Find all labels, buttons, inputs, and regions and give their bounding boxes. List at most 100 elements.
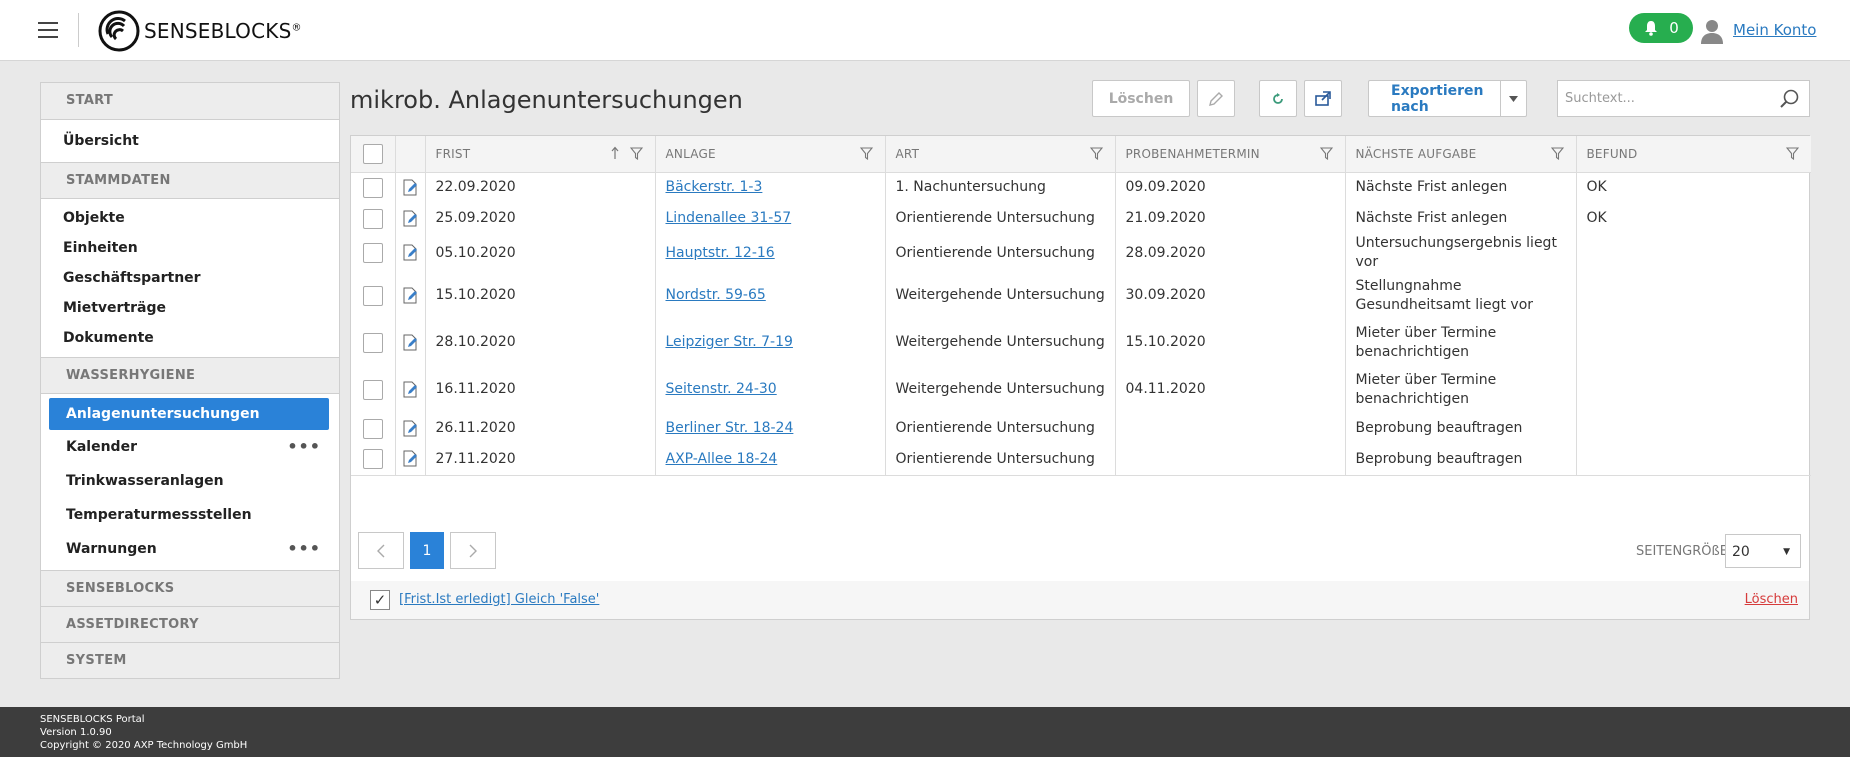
filter-icon[interactable]	[629, 147, 643, 160]
sidebar-item-einheiten[interactable]: Einheiten	[41, 233, 339, 263]
search-input[interactable]	[1558, 81, 1768, 116]
row-checkbox[interactable]	[362, 418, 383, 439]
sidebar-item-objekte[interactable]: Objekte	[41, 203, 339, 233]
account-link[interactable]: Mein Konto	[1733, 21, 1816, 39]
table-header: FRIST ANLAGE ART PROBENAHMETERMIN NÄCHST…	[351, 136, 1811, 173]
anlage-link[interactable]: Leipziger Str. 7-19	[666, 334, 793, 350]
row-checkbox[interactable]	[362, 332, 383, 353]
table-row[interactable]: 25.09.2020 Lindenallee 31-57 Orientierende…	[351, 203, 1811, 234]
edit-document-icon[interactable]	[402, 244, 419, 261]
filter-icon[interactable]	[1786, 147, 1799, 160]
menu-icon[interactable]	[38, 22, 58, 38]
next-page-button[interactable]	[450, 532, 496, 569]
table-row[interactable]: 15.10.2020 Nordstr. 59-65 Weitergehende Un…	[351, 272, 1811, 319]
sidebar-section-wasserhygiene[interactable]: WASSERHYGIENE	[41, 357, 339, 393]
cell-probenahmetermin: 15.10.2020	[1115, 319, 1346, 366]
sidebar-item-mietvertraege[interactable]: Mietverträge	[41, 293, 339, 323]
logo[interactable]: SENSEBLOCKS®	[98, 10, 302, 52]
edit-document-icon[interactable]	[402, 210, 419, 227]
sort-ascending-icon[interactable]	[610, 146, 620, 160]
sidebar-item-kalender[interactable]: Kalender •••	[41, 430, 339, 464]
row-checkbox[interactable]	[362, 285, 383, 306]
notifications-button[interactable]: 0	[1629, 13, 1693, 43]
anlage-link[interactable]: Hauptstr. 12-16	[666, 245, 775, 261]
table-row[interactable]: 16.11.2020 Seitenstr. 24-30 Weitergehende …	[351, 366, 1811, 413]
new-window-button[interactable]	[1304, 80, 1342, 117]
sidebar-item-trinkwasseranlagen[interactable]: Trinkwasseranlagen	[41, 464, 339, 498]
anlage-link[interactable]: Seitenstr. 24-30	[666, 381, 777, 397]
edit-document-icon[interactable]	[402, 420, 419, 437]
row-checkbox[interactable]	[362, 177, 383, 198]
page-button-current[interactable]: 1	[410, 532, 444, 569]
sidebar-item-anlagenuntersuchungen[interactable]: Anlagenuntersuchungen	[49, 398, 329, 430]
anlage-link[interactable]: AXP-Allee 18-24	[666, 451, 778, 467]
edit-document-icon[interactable]	[402, 179, 419, 196]
edit-document-icon[interactable]	[402, 334, 419, 351]
filter-enabled-checkbox[interactable]: ✓	[370, 590, 390, 610]
anlage-link[interactable]: Nordstr. 59-65	[666, 287, 766, 303]
column-header-naechste-aufgabe[interactable]: NÄCHSTE AUFGABE	[1345, 136, 1577, 173]
cell-naechste-aufgabe: Nächste Frist anlegen	[1345, 172, 1577, 203]
more-options-icon[interactable]: •••	[287, 430, 321, 464]
filter-expression-link[interactable]: [Frist.Ist erledigt] Gleich 'False'	[399, 592, 599, 607]
column-header-probenahmetermin[interactable]: PROBENAHMETERMIN	[1115, 136, 1346, 173]
filter-icon[interactable]	[1550, 147, 1564, 160]
column-header-befund[interactable]: BEFUND	[1576, 136, 1811, 173]
table-row[interactable]: 05.10.2020 Hauptstr. 12-16 Orientierende U…	[351, 234, 1811, 272]
clear-filter-link[interactable]: Löschen	[1745, 592, 1798, 607]
anlage-link[interactable]: Bäckerstr. 1-3	[666, 179, 763, 195]
sidebar-group-wasserhygiene: Anlagenuntersuchungen Kalender ••• Trinkw…	[41, 393, 339, 570]
sidebar-item-dokumente[interactable]: Dokumente	[41, 323, 339, 353]
column-header-anlage[interactable]: ANLAGE	[655, 136, 886, 173]
export-dropdown[interactable]	[1500, 81, 1526, 116]
row-checkbox[interactable]	[362, 243, 383, 263]
search-icon[interactable]	[1779, 88, 1801, 110]
sidebar-item-temperaturmessstellen[interactable]: Temperaturmessstellen	[41, 498, 339, 532]
table-row[interactable]: 22.09.2020 Bäckerstr. 1-3 1. Nachuntersuch…	[351, 172, 1811, 203]
row-select-cell	[351, 366, 396, 413]
sidebar-section-senseblocks[interactable]: SENSEBLOCKS	[41, 570, 339, 606]
user-icon[interactable]	[1700, 18, 1724, 44]
column-header-label: BEFUND	[1586, 146, 1638, 161]
cell-frist: 25.09.2020	[425, 203, 656, 234]
more-options-icon[interactable]: •••	[287, 532, 321, 566]
sidebar-item-warnungen[interactable]: Warnungen •••	[41, 532, 339, 566]
row-checkbox[interactable]	[362, 379, 383, 400]
refresh-button[interactable]	[1259, 80, 1297, 117]
select-all-checkbox[interactable]	[362, 143, 383, 164]
sidebar-item-uebersicht[interactable]: Übersicht	[41, 124, 339, 158]
sidebar-section-stammdaten[interactable]: STAMMDATEN	[41, 162, 339, 198]
delete-button[interactable]: Löschen	[1092, 80, 1190, 117]
edit-document-icon[interactable]	[402, 450, 419, 467]
row-edit-cell	[395, 172, 426, 203]
pagination: 1	[358, 532, 496, 569]
table-row[interactable]: 26.11.2020 Berliner Str. 18-24 Orientieren…	[351, 413, 1811, 444]
page-size-select[interactable]: 20 ▼	[1725, 534, 1801, 568]
filter-icon[interactable]	[859, 147, 873, 160]
new-window-icon	[1315, 90, 1331, 106]
row-select-cell	[351, 413, 396, 444]
anlage-link[interactable]: Lindenallee 31-57	[666, 210, 792, 226]
sidebar-section-start[interactable]: START	[41, 83, 339, 119]
filter-icon[interactable]	[1319, 147, 1333, 160]
edit-document-icon[interactable]	[402, 381, 419, 398]
column-header-frist[interactable]: FRIST	[425, 136, 656, 173]
previous-page-button[interactable]	[358, 532, 404, 569]
row-edit-cell	[395, 413, 426, 444]
table-row[interactable]: 27.11.2020 AXP-Allee 18-24 Orientierende U…	[351, 444, 1811, 476]
table-row[interactable]: 28.10.2020 Leipziger Str. 7-19 Weitergehen…	[351, 319, 1811, 366]
row-checkbox[interactable]	[362, 208, 383, 229]
anlage-link[interactable]: Berliner Str. 18-24	[666, 420, 794, 436]
cell-naechste-aufgabe: Nächste Frist anlegen	[1345, 203, 1577, 234]
export-button[interactable]: Exportieren nach	[1368, 80, 1527, 117]
column-header-art[interactable]: ART	[885, 136, 1116, 173]
edit-button[interactable]	[1197, 80, 1235, 117]
cell-probenahmetermin: 30.09.2020	[1115, 272, 1346, 319]
filter-icon[interactable]	[1089, 147, 1103, 160]
cell-art: Weitergehende Untersuchung	[885, 366, 1116, 413]
sidebar-section-assetdirectory[interactable]: ASSETDIRECTORY	[41, 606, 339, 642]
edit-document-icon[interactable]	[402, 287, 419, 304]
sidebar-section-system[interactable]: SYSTEM	[41, 642, 339, 678]
row-checkbox[interactable]	[362, 449, 383, 470]
sidebar-item-geschaeftspartner[interactable]: Geschäftspartner	[41, 263, 339, 293]
